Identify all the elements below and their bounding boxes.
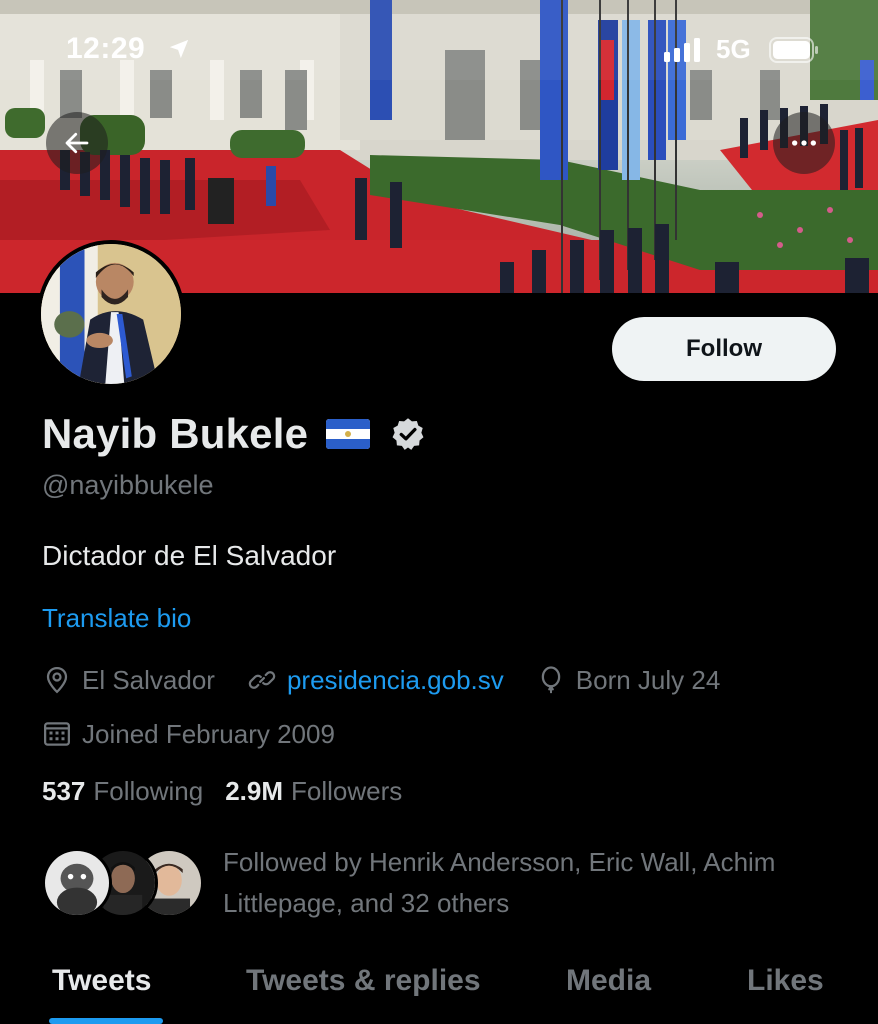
battery-icon bbox=[769, 37, 818, 63]
display-name: Nayib Bukele bbox=[42, 410, 309, 457]
translate-bio-link[interactable]: Translate bio bbox=[42, 603, 191, 634]
follower-avatar-image bbox=[45, 851, 109, 915]
more-horizontal-icon bbox=[792, 140, 816, 146]
active-tab-indicator bbox=[49, 1018, 163, 1024]
status-bar-time: 12:29 bbox=[66, 32, 146, 65]
location-pin-icon bbox=[46, 666, 68, 694]
verified-badge-icon bbox=[392, 418, 424, 450]
birthday-text: Born July 24 bbox=[575, 664, 721, 695]
tab-media[interactable]: Media bbox=[566, 964, 651, 998]
website-item[interactable]: presidencia.gob.sv bbox=[247, 665, 504, 696]
profile-joined-row: Joined February 2009 bbox=[42, 714, 335, 754]
joined-text: Joined February 2009 bbox=[82, 718, 335, 749]
location-text: El Salvador bbox=[82, 664, 215, 695]
birthday-item: Born July 24 bbox=[536, 664, 721, 696]
more-options-button[interactable] bbox=[773, 112, 835, 174]
back-button[interactable] bbox=[46, 112, 108, 174]
following-stat[interactable]: 537 Following bbox=[42, 776, 203, 807]
arrow-left-icon bbox=[65, 132, 89, 154]
followers-label: Followers bbox=[291, 776, 403, 806]
profile-meta-row: El Salvador presidencia.gob.sv Born July… bbox=[42, 660, 720, 700]
profile-name-row: Nayib Bukele bbox=[42, 408, 426, 460]
following-label: Following bbox=[93, 776, 204, 806]
profile-handle: @nayibbukele bbox=[42, 470, 214, 500]
location-arrow-icon bbox=[169, 39, 189, 59]
follower-avatar bbox=[42, 848, 112, 918]
follow-button[interactable]: Follow bbox=[612, 317, 836, 381]
tab-likes[interactable]: Likes bbox=[747, 964, 824, 998]
avatar-image bbox=[41, 244, 181, 384]
followers-stat[interactable]: 2.9M Followers bbox=[225, 776, 402, 807]
location-item: El Salvador bbox=[42, 665, 215, 696]
calendar-icon bbox=[44, 722, 70, 746]
followed-by-text: Followed by Henrik Andersson, Eric Wall,… bbox=[223, 847, 776, 918]
followed-by-avatars bbox=[42, 848, 204, 920]
tab-tweets-and-replies[interactable]: Tweets & replies bbox=[246, 964, 481, 998]
following-count: 537 bbox=[42, 776, 86, 806]
website-link[interactable]: presidencia.gob.sv bbox=[287, 665, 504, 696]
profile-bio: Dictador de El Salvador bbox=[42, 540, 337, 571]
cellular-signal-icon bbox=[664, 38, 700, 62]
tab-tweets[interactable]: Tweets bbox=[52, 964, 151, 998]
follow-stats: 537 Following 2.9M Followers bbox=[42, 776, 424, 807]
el-salvador-flag-icon bbox=[326, 419, 371, 449]
link-icon bbox=[248, 671, 276, 689]
followers-count: 2.9M bbox=[225, 776, 284, 806]
joined-item: Joined February 2009 bbox=[42, 719, 335, 750]
profile-tabs: Tweets Tweets & replies Media Likes bbox=[0, 950, 878, 1024]
balloon-icon bbox=[541, 666, 561, 694]
profile-avatar[interactable] bbox=[37, 240, 185, 388]
followed-by-section[interactable]: Followed by Henrik Andersson, Eric Wall,… bbox=[42, 842, 862, 922]
network-type-label: 5G bbox=[716, 34, 751, 64]
